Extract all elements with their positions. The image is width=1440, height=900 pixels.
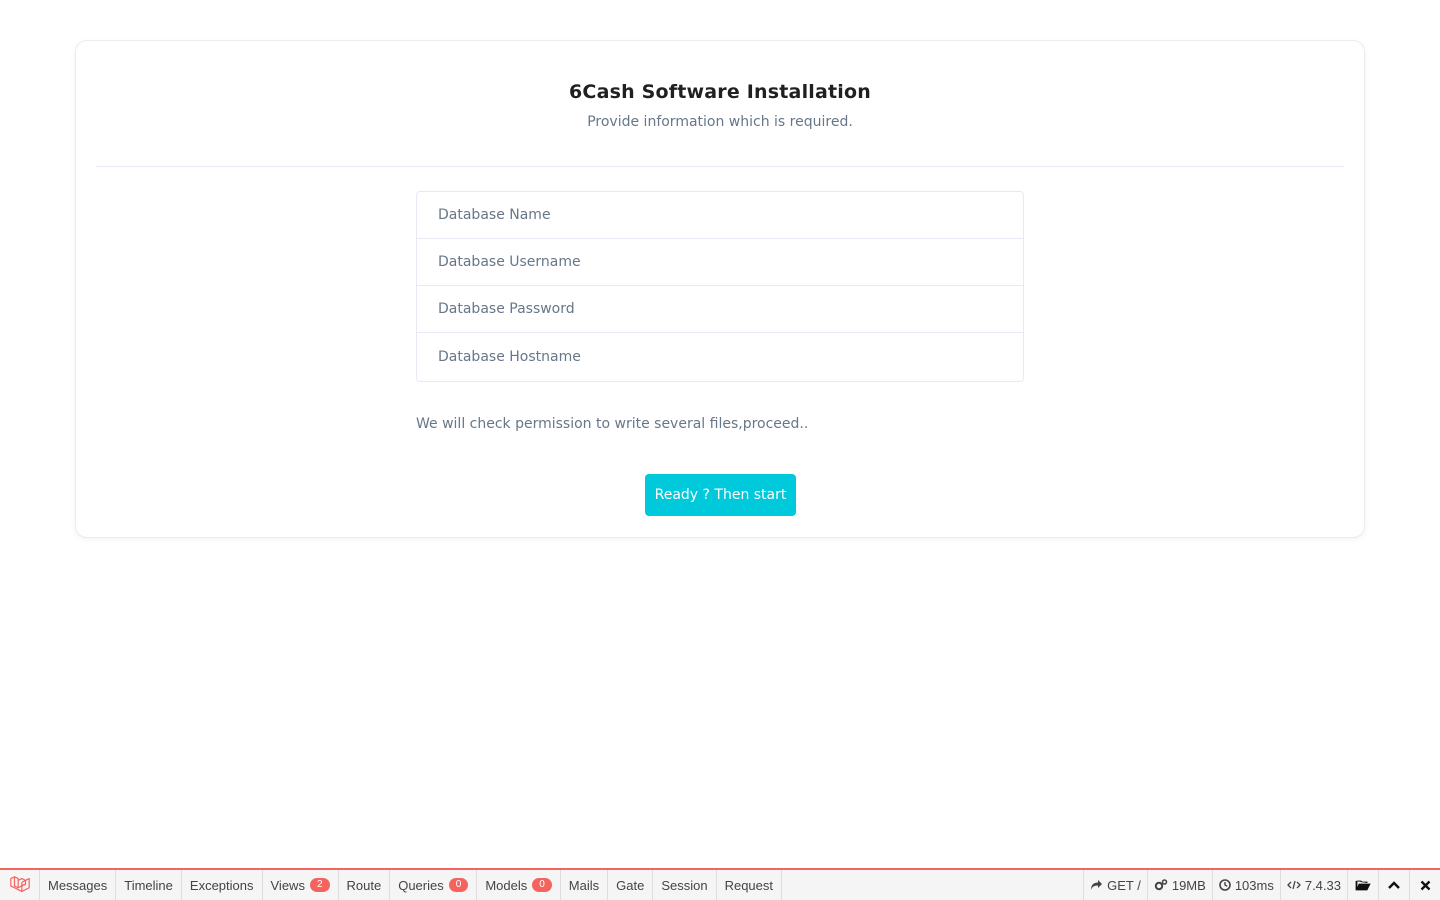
database-password-field-row: [417, 286, 1023, 333]
database-name-field-row: [417, 192, 1023, 239]
maximize-button[interactable]: [1378, 870, 1409, 900]
debug-tab-models[interactable]: Models 0: [477, 870, 561, 900]
debug-tab-timeline[interactable]: Timeline: [116, 870, 182, 900]
laravel-logo-icon[interactable]: [0, 870, 40, 900]
debug-bar-spacer: [782, 870, 1083, 900]
time-indicator[interactable]: 103ms: [1211, 870, 1280, 900]
share-arrow-icon: [1091, 880, 1103, 890]
request-method-indicator[interactable]: GET /: [1083, 870, 1147, 900]
database-password-input[interactable]: [438, 301, 1023, 317]
divider: [96, 166, 1344, 167]
permission-note: We will check permission to write severa…: [416, 416, 809, 432]
memory-indicator[interactable]: 19MB: [1146, 870, 1212, 900]
database-hostname-field-row: [417, 333, 1023, 381]
database-username-input[interactable]: [438, 254, 1023, 270]
php-version-indicator[interactable]: 7.4.33: [1279, 870, 1347, 900]
models-count-badge: 0: [532, 878, 552, 892]
views-count-badge: 2: [309, 878, 330, 892]
installation-card: 6Cash Software Installation Provide info…: [75, 40, 1365, 538]
database-hostname-input[interactable]: [438, 349, 1023, 365]
debug-bar: Messages Timeline Exceptions Views 2 Rou…: [0, 868, 1440, 900]
folder-open-icon: [1355, 880, 1371, 891]
debug-tab-session[interactable]: Session: [653, 870, 717, 900]
clock-icon: [1219, 879, 1231, 891]
page-title: 6Cash Software Installation: [569, 81, 871, 103]
cogs-icon: [1154, 879, 1168, 891]
database-username-field-row: [417, 239, 1023, 286]
chevron-up-icon: [1388, 881, 1400, 889]
debug-tab-messages[interactable]: Messages: [40, 870, 117, 900]
debug-tab-mails[interactable]: Mails: [561, 870, 609, 900]
debug-tab-exceptions[interactable]: Exceptions: [182, 870, 263, 900]
code-icon: [1286, 880, 1301, 890]
debug-tab-request[interactable]: Request: [717, 870, 782, 900]
debug-tab-route[interactable]: Route: [339, 870, 391, 900]
start-button[interactable]: Ready ? Then start: [645, 474, 796, 516]
database-name-input[interactable]: [438, 207, 1023, 223]
close-icon: [1420, 880, 1430, 890]
page-subtitle: Provide information which is required.: [587, 114, 853, 130]
database-form: [416, 191, 1024, 382]
close-button[interactable]: [1409, 870, 1440, 900]
debug-tab-queries[interactable]: Queries 0: [390, 870, 478, 900]
debug-tab-views[interactable]: Views 2: [263, 870, 339, 900]
debug-tab-gate[interactable]: Gate: [608, 870, 654, 900]
queries-count-badge: 0: [448, 878, 469, 892]
open-handler-button[interactable]: [1347, 870, 1378, 900]
